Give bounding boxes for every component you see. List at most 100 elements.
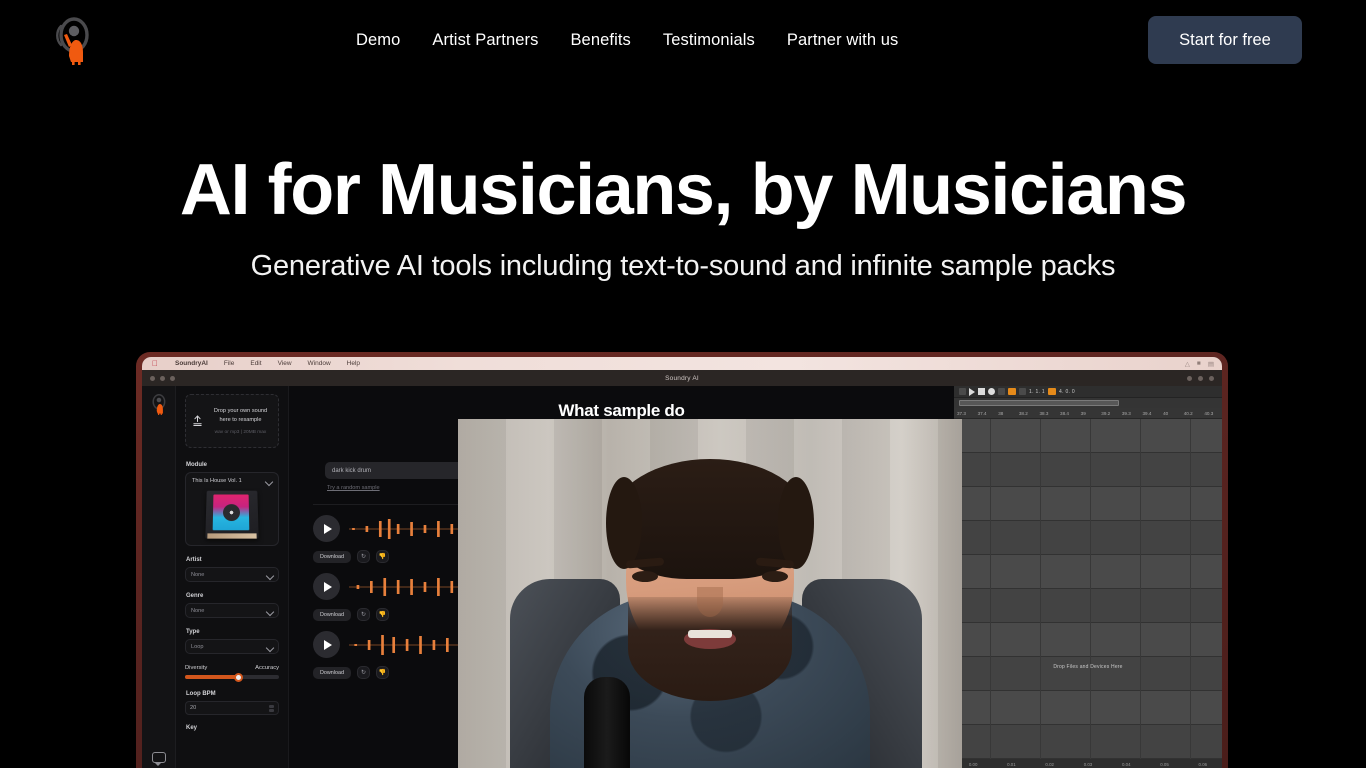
refresh-icon[interactable]: ↻	[356, 550, 370, 564]
chevron-down-icon	[266, 479, 272, 483]
download-button[interactable]: Download	[313, 608, 351, 621]
daw-metronome-icon[interactable]	[1008, 388, 1016, 395]
demo-video-overlay[interactable]	[458, 419, 962, 768]
diversity-accuracy-labels: Diversity Accuracy	[185, 665, 279, 671]
daw-play-icon[interactable]	[969, 387, 975, 396]
hero-subtitle: Generative AI tools including text-to-so…	[250, 250, 1116, 282]
bottom-mark: 0.05	[1160, 761, 1169, 767]
sound-dropzone[interactable]: Drop your own sound here to resample wav…	[185, 394, 279, 448]
daw-arrangement-grid[interactable]	[954, 419, 1222, 768]
type-select[interactable]: Loop	[185, 639, 279, 654]
daw-overdub-icon[interactable]	[1019, 388, 1026, 395]
artist-select[interactable]: None	[185, 567, 279, 582]
menu-item-view[interactable]: View	[270, 360, 300, 367]
module-selector[interactable]: This Is House Vol. 1	[185, 472, 279, 546]
thumbs-down-icon[interactable]: 👎	[375, 550, 389, 564]
module-value: This Is House Vol. 1	[192, 478, 242, 484]
daw-automation-icon[interactable]	[1048, 388, 1056, 395]
genre-value: None	[191, 607, 205, 614]
app-icon-rail	[142, 386, 176, 768]
bottom-mark: 0.06	[1198, 761, 1208, 767]
ruler-mark: 37.3	[957, 410, 966, 416]
accuracy-label: Accuracy	[255, 665, 279, 671]
window-extra-controls[interactable]	[1187, 375, 1214, 381]
nav-link-testimonials[interactable]: Testimonials	[647, 31, 771, 50]
download-button[interactable]: Download	[313, 550, 351, 563]
daw-scrollbar-row[interactable]	[954, 398, 1222, 408]
nav-link-benefits[interactable]: Benefits	[554, 31, 646, 50]
daw-record-icon[interactable]	[988, 388, 995, 395]
chat-icon[interactable]	[151, 752, 166, 766]
ruler-mark: 38.4	[1060, 410, 1069, 416]
type-label: Type	[186, 629, 200, 635]
page-title: AI for Musicians, by Musicians	[179, 150, 1188, 230]
diversity-accuracy-slider[interactable]	[185, 672, 279, 682]
ruler-mark: 39.3	[1121, 410, 1131, 416]
download-button[interactable]: Download	[313, 666, 351, 679]
daw-back-icon[interactable]	[959, 388, 966, 395]
generation-controls-panel: Drop your own sound here to resample wav…	[176, 386, 289, 768]
menu-item-file[interactable]: File	[216, 360, 242, 367]
dropzone-sub-label: wav or mp3 | 20MB max	[214, 429, 267, 435]
control-center-icon[interactable]: ▤	[1208, 360, 1214, 368]
battery-icon[interactable]: ■	[1197, 360, 1201, 367]
play-button[interactable]	[313, 573, 340, 601]
play-button[interactable]	[313, 515, 340, 543]
ruler-mark: 40.3	[1204, 410, 1214, 416]
nav-link-demo[interactable]: Demo	[340, 31, 416, 50]
refresh-icon[interactable]: ↻	[356, 608, 370, 622]
ruler-mark: 38.3	[1039, 410, 1049, 416]
slider-knob[interactable]	[234, 672, 244, 682]
rail-soundry-logo-icon[interactable]	[149, 393, 168, 415]
stepper-icon[interactable]	[269, 704, 274, 712]
menu-item-window[interactable]: Window	[300, 360, 339, 367]
menubar-status-icons: △ ■ ▤	[1185, 360, 1214, 368]
nav-link-partner-with-us[interactable]: Partner with us	[771, 31, 915, 50]
daw-position[interactable]: 1. 1. 1	[1029, 389, 1045, 395]
macos-menu-bar:  SoundryAI File Edit View Window Help △…	[142, 357, 1222, 370]
thumbs-down-icon[interactable]: 👎	[375, 608, 389, 622]
laptop-showcase-frame:  SoundryAI File Edit View Window Help △…	[136, 352, 1228, 768]
ruler-mark: 38	[998, 410, 1004, 416]
app-body: Drop your own sound here to resample wav…	[142, 386, 1222, 768]
app-window-titlebar: Soundry AI	[142, 370, 1222, 386]
ruler-mark: 39.4	[1142, 410, 1152, 416]
play-button[interactable]	[313, 631, 340, 659]
wifi-icon[interactable]: △	[1185, 360, 1190, 368]
chevron-down-icon	[267, 645, 273, 649]
chevron-down-icon	[267, 609, 273, 613]
window-traffic-lights[interactable]	[150, 375, 175, 381]
daw-stop-icon[interactable]	[978, 388, 985, 395]
ruler-mark: 37.4	[977, 410, 987, 416]
upload-icon	[192, 415, 203, 427]
ruler-mark: 39	[1080, 410, 1086, 416]
module-artwork	[205, 490, 259, 539]
thumbs-down-icon[interactable]: 👎	[375, 666, 389, 680]
daw-timeline-ruler[interactable]: 37.3 37.4 38 38.2 38.3 38.4 39 39.2 39.3…	[954, 408, 1222, 419]
daw-horizontal-scrollbar[interactable]	[959, 400, 1119, 406]
soundry-logo[interactable]	[52, 15, 94, 65]
bottom-mark: 0.03	[1083, 761, 1093, 767]
person-nose	[697, 587, 723, 617]
nav-link-artist-partners[interactable]: Artist Partners	[416, 31, 554, 50]
key-label: Key	[186, 725, 198, 731]
generator-heading-line1: What sample do	[558, 401, 685, 420]
genre-select[interactable]: None	[185, 603, 279, 618]
loop-bpm-input[interactable]: 20	[185, 701, 279, 715]
loop-bpm-label: Loop BPM	[186, 691, 216, 697]
artist-value: None	[191, 571, 205, 578]
landing-page: Demo Artist Partners Benefits Testimonia…	[0, 0, 1366, 768]
daw-bottom-ruler: 0.00 0.01 0.02 0.03 0.04 0.05 0.06	[954, 759, 1222, 768]
refresh-icon[interactable]: ↻	[356, 666, 370, 680]
daw-panel: 1. 1. 1 4. 0. 0 37.3 37.4 38 38.2 38.3 3…	[954, 386, 1222, 768]
menu-item-help[interactable]: Help	[339, 360, 368, 367]
menu-app-name[interactable]: SoundryAI	[167, 360, 216, 367]
daw-loop-icon[interactable]	[998, 388, 1005, 395]
start-for-free-button[interactable]: Start for free	[1148, 16, 1302, 64]
menu-item-edit[interactable]: Edit	[242, 360, 269, 367]
chevron-down-icon	[267, 573, 273, 577]
daw-drop-hint: Drop Files and Devices Here	[1053, 664, 1123, 670]
ruler-mark: 39.2	[1101, 410, 1111, 416]
daw-loop-length[interactable]: 4. 0. 0	[1059, 389, 1075, 395]
genre-label: Genre	[186, 593, 204, 599]
